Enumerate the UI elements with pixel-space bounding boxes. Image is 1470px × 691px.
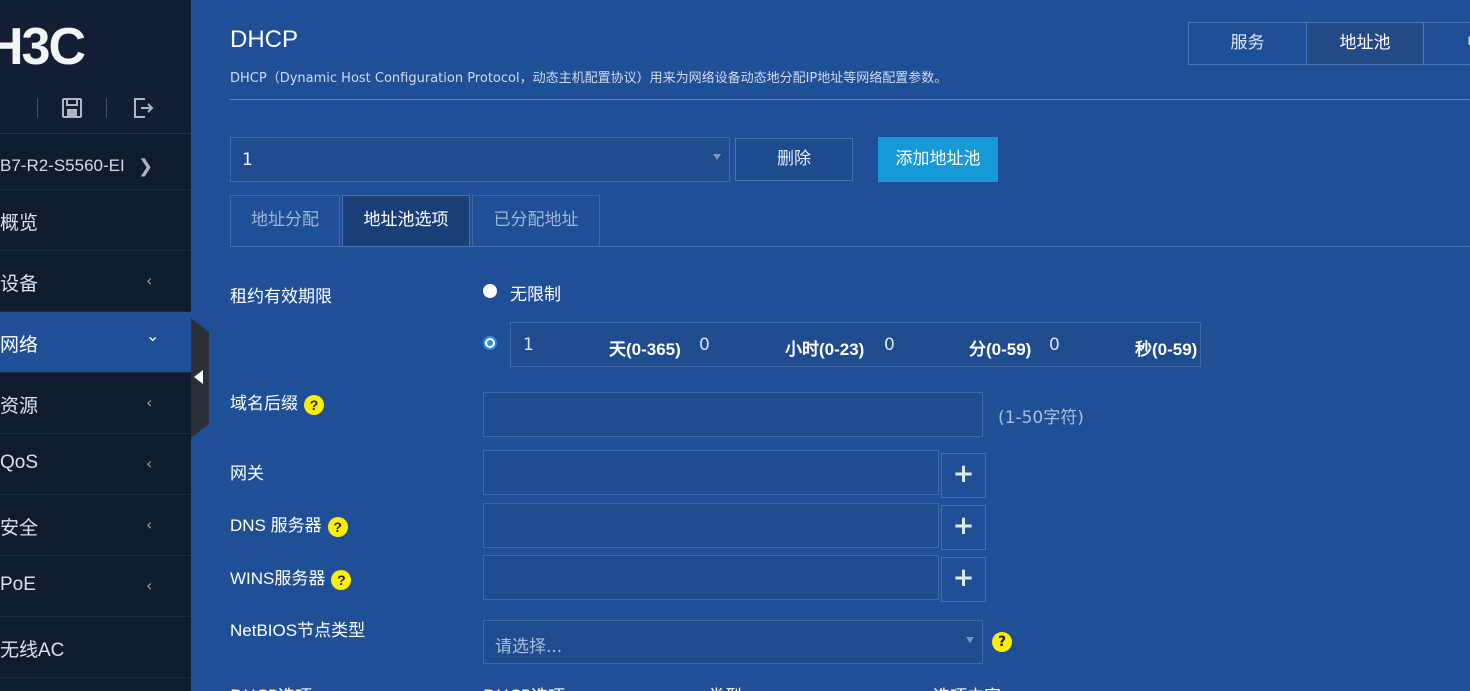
help-icon[interactable]: ? [327,516,348,537]
lease-unlimited-radio[interactable] [483,284,497,298]
dhcp-options-label: DHCP选项 [230,682,312,691]
sidebar-item-label: 安全 [0,518,39,539]
wins-label: WINS服务器 [230,569,326,588]
gateway-input[interactable] [483,450,939,495]
tab-relay[interactable]: 中 [1423,22,1470,65]
tab-service[interactable]: 服务 [1188,22,1307,65]
save-icon[interactable] [60,96,84,120]
subtab-divider [230,246,1470,247]
dns-field-label: DNS 服务器? [230,511,348,537]
netbios-label: NetBIOS节点类型 [230,621,366,640]
page-title: DHCP [230,26,299,53]
wins-server-input[interactable] [483,555,939,600]
caret-down-icon [713,154,721,160]
delete-button[interactable]: 删除 [735,138,853,181]
header-divider [230,99,1470,100]
chevron-down-icon: ⌄ [146,326,160,345]
add-gateway-button[interactable]: + [941,453,986,498]
sidebar-item-label: 网络 [0,335,39,356]
dhcp-options-col-option: DHCP选项 [483,682,565,691]
wins-field-label: WINS服务器? [230,564,352,590]
netbios-node-type-select[interactable]: 请选择... [483,620,983,664]
netbios-placeholder: 请选择... [495,637,563,657]
dns-server-input[interactable] [483,503,939,548]
add-address-pool-button[interactable]: 添加地址池 [878,137,998,182]
sidebar-item-label: 概览 [0,213,39,234]
logout-icon[interactable] [131,96,155,120]
lease-seconds-input[interactable]: 0 [1049,335,1060,355]
lease-unlimited-label: 无限制 [510,285,561,305]
chevron-left-icon: ‹ [146,454,153,473]
sidebar-item-label: PoE [0,574,36,595]
chevron-left-icon: ‹ [146,393,153,412]
address-pool-value: 1 [242,150,253,170]
lease-minutes-unit: 分(0-59) [969,340,1032,359]
lease-hours-unit: 小时(0-23) [785,340,865,359]
sidebar-item-poe[interactable]: PoE ‹ [0,556,191,617]
sidebar-item-overview[interactable]: 概览 [0,190,191,251]
toolbar-divider [106,98,107,118]
toolbar-divider [37,98,38,118]
netbios-help: ? [992,631,1012,652]
sidebar-item-qos[interactable]: QoS ‹ [0,434,191,495]
logo-area: H3C [0,0,191,134]
domain-suffix-field-label: 域名后缀? [230,389,324,415]
chevron-left-icon: ‹ [146,576,153,595]
chevron-right-icon: ❯ [138,156,154,177]
sidebar-item-label: 设备 [0,274,39,295]
lease-duration-box: 1 天(0-365) 0 小时(0-23) 0 分(0-59) 0 秒(0-59… [510,322,1201,367]
lease-hours-input[interactable]: 0 [699,335,710,355]
sidebar-item-device[interactable]: 设备 ‹ [0,251,191,312]
sidebar-item-resources[interactable]: 资源 ‹ [0,373,191,434]
help-icon[interactable]: ? [304,394,324,415]
gateway-label: 网关 [230,464,264,483]
dhcp-options-col-content: 选项内容 [933,682,1001,691]
chevron-left-icon: ‹ [146,515,153,534]
domain-suffix-hint: (1-50字符) [998,408,1084,428]
tab-address-allocation[interactable]: 地址分配 [230,195,340,246]
sidebar-item-wireless-ac[interactable]: 无线AC [0,617,191,678]
add-wins-button[interactable]: + [941,557,986,602]
add-dns-button[interactable]: + [941,505,986,550]
sidebar-item-security[interactable]: 安全 ‹ [0,495,191,556]
sidebar-item-label: 无线AC [0,640,65,661]
lease-days-input[interactable]: 1 [523,335,534,355]
page-description: DHCP（Dynamic Host Configuration Protocol… [230,71,948,86]
lease-label: 租约有效期限 [230,287,332,306]
dns-label: DNS 服务器 [230,516,322,535]
sidebar-item-label: 资源 [0,396,39,417]
device-name: B7-R2-S5560-EI [0,156,125,175]
sidebar-item-network[interactable]: 网络 ⌄ [0,312,191,373]
collapse-arrow-icon[interactable] [194,370,203,384]
device-selector[interactable]: B7-R2-S5560-EI ❯ [0,134,191,190]
sidebar-item-label: QoS [0,452,39,473]
caret-down-icon [966,637,974,643]
address-pool-select[interactable]: 1 [230,137,730,182]
help-icon[interactable]: ? [992,631,1012,652]
dhcp-options-col-type: 类型 [708,682,742,691]
tab-address-pool[interactable]: 地址池 [1306,22,1424,65]
lease-custom-radio[interactable] [483,336,497,350]
lease-days-unit: 天(0-365) [609,340,681,359]
domain-suffix-input[interactable] [483,392,983,437]
tab-pool-options[interactable]: 地址池选项 [342,195,470,246]
lease-minutes-input[interactable]: 0 [884,335,895,355]
chevron-left-icon: ‹ [146,271,153,290]
tab-allocated-addresses[interactable]: 已分配地址 [472,195,600,246]
domain-suffix-label: 域名后缀 [230,394,298,413]
lease-seconds-unit: 秒(0-59) [1135,340,1198,359]
help-icon[interactable]: ? [331,569,352,590]
h3c-logo: H3C [0,18,86,76]
sidebar: H3C B7-R2-S5560-EI ❯ 概览 设备 ‹ 网络 ⌄ 资源 ‹ Q… [0,0,191,691]
